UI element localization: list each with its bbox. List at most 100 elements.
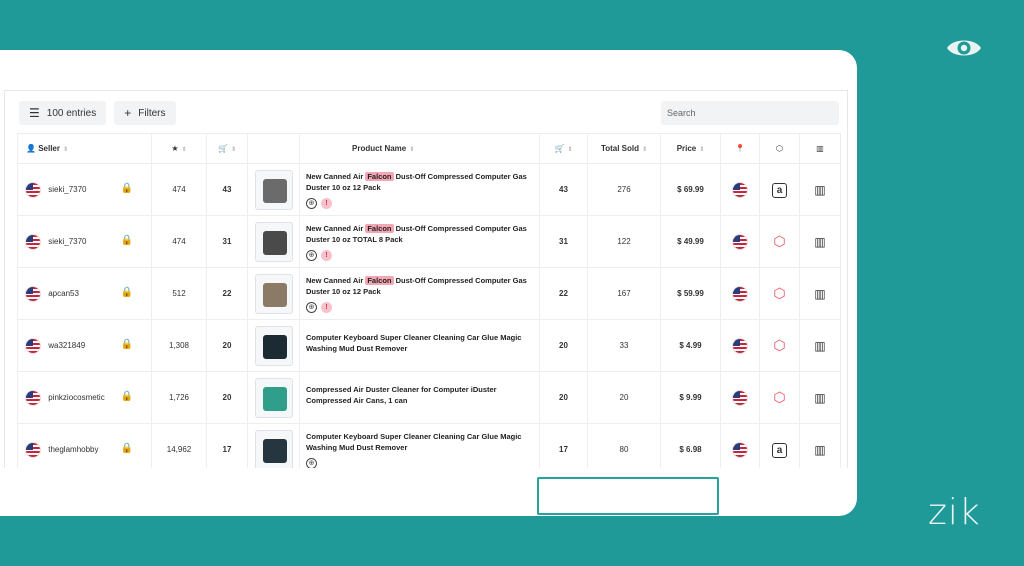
col-rating[interactable]: ★ ⇕ [151, 133, 207, 164]
bar-chart-icon[interactable]: ▥ [814, 443, 825, 457]
list-icon: ☰ [29, 106, 40, 120]
entries-label: 100 entries [46, 107, 97, 119]
product-thumbnail[interactable] [254, 325, 293, 366]
sort-icon: ⇕ [409, 147, 415, 153]
image-cell[interactable] [247, 371, 300, 424]
total-sold-cell: 33 [587, 319, 661, 372]
warning-icon[interactable]: ! [321, 301, 332, 313]
product-cell: New Canned Air Falcon Dust-Off Compresse… [299, 215, 540, 268]
seller-name[interactable]: apcan53 [48, 289, 79, 298]
analytics-cell[interactable]: ▥ [799, 163, 841, 216]
table-row[interactable]: wa321849 🔒 1,308 20 Computer Keyboard Su… [17, 319, 841, 372]
seller-cell: sieki_7370 🔒 [17, 163, 152, 216]
warning-icon[interactable]: ! [321, 197, 332, 209]
table-row[interactable]: pinkziocosmetic 🔒 1,726 20 Compressed Ai… [17, 371, 841, 424]
info-icon[interactable]: ⊕ [306, 457, 317, 468]
product-cell: New Canned Air Falcon Dust-Off Compresse… [299, 163, 540, 216]
search-input[interactable] [661, 101, 839, 125]
products-table: 👤 Seller ⇕ ★ ⇕ 🛒 ⇕ Product Name ⇕ 🛒 ⇕ Total S… [17, 133, 841, 468]
table-row[interactable]: apcan53 🔒 512 22 New Canned Air Falcon D… [17, 267, 841, 320]
bar-chart-icon[interactable]: ▥ [814, 287, 825, 301]
keyword-highlight: Falcon [365, 275, 394, 285]
info-icon[interactable]: ⊕ [306, 249, 317, 261]
price-cell: $ 4.99 [660, 319, 721, 372]
product-title[interactable]: Compressed Air Duster Cleaner for Comput… [306, 384, 533, 406]
seller-name[interactable]: wa321849 [48, 341, 85, 350]
seller-cell: theglamhobby 🔒 [17, 423, 152, 468]
seller-name[interactable]: sieki_7370 [48, 237, 86, 246]
bar-chart-icon[interactable]: ▥ [814, 339, 825, 353]
col-seller[interactable]: 👤 Seller ⇕ [17, 133, 152, 164]
image-cell[interactable] [247, 215, 300, 268]
product-thumbnail[interactable] [254, 169, 293, 210]
info-icon[interactable]: ⊕ [306, 301, 317, 313]
product-thumbnail[interactable] [254, 221, 293, 262]
image-cell[interactable] [247, 163, 300, 216]
us-flag-icon [733, 182, 747, 197]
entries-button[interactable]: ☰ 100 entries [19, 101, 107, 125]
fulfillment-cell: ⬡ [759, 215, 800, 268]
bar-chart-icon[interactable]: ▥ [814, 235, 825, 249]
seller-lock-icon: 🔒 [120, 182, 133, 194]
seller-lock-icon: 🔒 [120, 390, 133, 402]
cart-icon: 🛒 [218, 144, 228, 153]
product-title[interactable]: New Canned Air Falcon Dust-Off Compresse… [306, 171, 533, 193]
amazon-icon: a [772, 182, 787, 198]
product-badges: ⊕! [306, 197, 533, 209]
seller-icon: 👤 [26, 144, 36, 153]
seller-lock-icon: 🔒 [120, 286, 133, 298]
carts-cell: 43 [206, 163, 248, 216]
product-title[interactable]: Computer Keyboard Super Cleaner Cleaning… [306, 332, 533, 354]
sort-icon: ⇕ [699, 147, 705, 153]
bar-chart-icon[interactable]: ▥ [814, 183, 825, 197]
image-cell[interactable] [247, 423, 300, 468]
col-sales[interactable]: 🛒 ⇕ [539, 133, 588, 164]
seller-name[interactable]: theglamhobby [48, 445, 98, 454]
filters-button[interactable]: + Filters [114, 101, 176, 125]
image-cell[interactable] [247, 267, 300, 320]
table-row[interactable]: theglamhobby 🔒 14,962 17 Computer Keyboa… [17, 423, 841, 468]
bar-chart-icon[interactable]: ▥ [814, 391, 825, 405]
analytics-cell[interactable]: ▥ [799, 423, 841, 468]
table-header: 👤 Seller ⇕ ★ ⇕ 🛒 ⇕ Product Name ⇕ 🛒 ⇕ Total S… [17, 133, 841, 164]
col-analytics: ▥ [799, 133, 841, 164]
col-product[interactable]: Product Name ⇕ [299, 133, 540, 164]
analytics-cell[interactable]: ▥ [799, 371, 841, 424]
product-thumbnail[interactable] [254, 273, 293, 314]
col-total-sold[interactable]: Total Sold ⇕ [587, 133, 661, 164]
product-thumbnail[interactable] [254, 429, 293, 468]
us-flag-icon [26, 286, 40, 301]
product-title[interactable]: New Canned Air Falcon Dust-Off Compresse… [306, 223, 533, 245]
col-price[interactable]: Price ⇕ [660, 133, 721, 164]
eye-icon [947, 40, 981, 56]
col-location: 📍 [720, 133, 760, 164]
app-card: ☰ 100 entries + Filters 👤 Seller⇕ [0, 50, 857, 516]
sort-icon: ⇕ [181, 147, 187, 153]
rating-cell: 1,726 [151, 371, 207, 424]
us-flag-icon [733, 442, 747, 457]
analytics-cell[interactable]: ▥ [799, 319, 841, 372]
seller-name[interactable]: pinkziocosmetic [48, 393, 104, 402]
sort-icon: ⇕ [230, 147, 236, 153]
location-cell [720, 371, 760, 424]
keyword-highlight: Falcon [365, 171, 394, 181]
table-row[interactable]: sieki_7370 🔒 474 31 New Canned Air Falco… [17, 215, 841, 268]
image-cell[interactable] [247, 319, 300, 372]
product-title[interactable]: New Canned Air Falcon Dust-Off Compresse… [306, 275, 533, 297]
product-cell: Computer Keyboard Super Cleaner Cleaning… [299, 319, 540, 372]
col-carts[interactable]: 🛒 ⇕ [206, 133, 248, 164]
product-thumbnail[interactable] [254, 377, 293, 418]
seller-name[interactable]: sieki_7370 [48, 185, 86, 194]
table-row[interactable]: sieki_7370 🔒 474 43 New Canned Air Falco… [17, 163, 841, 216]
info-icon[interactable]: ⊕ [306, 197, 317, 209]
analytics-cell[interactable]: ▥ [799, 215, 841, 268]
location-cell [720, 267, 760, 320]
analytics-cell[interactable]: ▥ [799, 267, 841, 320]
rating-cell: 474 [151, 163, 207, 216]
price-cell: $ 9.99 [660, 371, 721, 424]
product-title[interactable]: Computer Keyboard Super Cleaner Cleaning… [306, 431, 533, 453]
sales-cell: 31 [539, 215, 588, 268]
col-fulfillment: ⬡ [759, 133, 800, 164]
total-sold-cell: 167 [587, 267, 661, 320]
warning-icon[interactable]: ! [321, 249, 332, 261]
